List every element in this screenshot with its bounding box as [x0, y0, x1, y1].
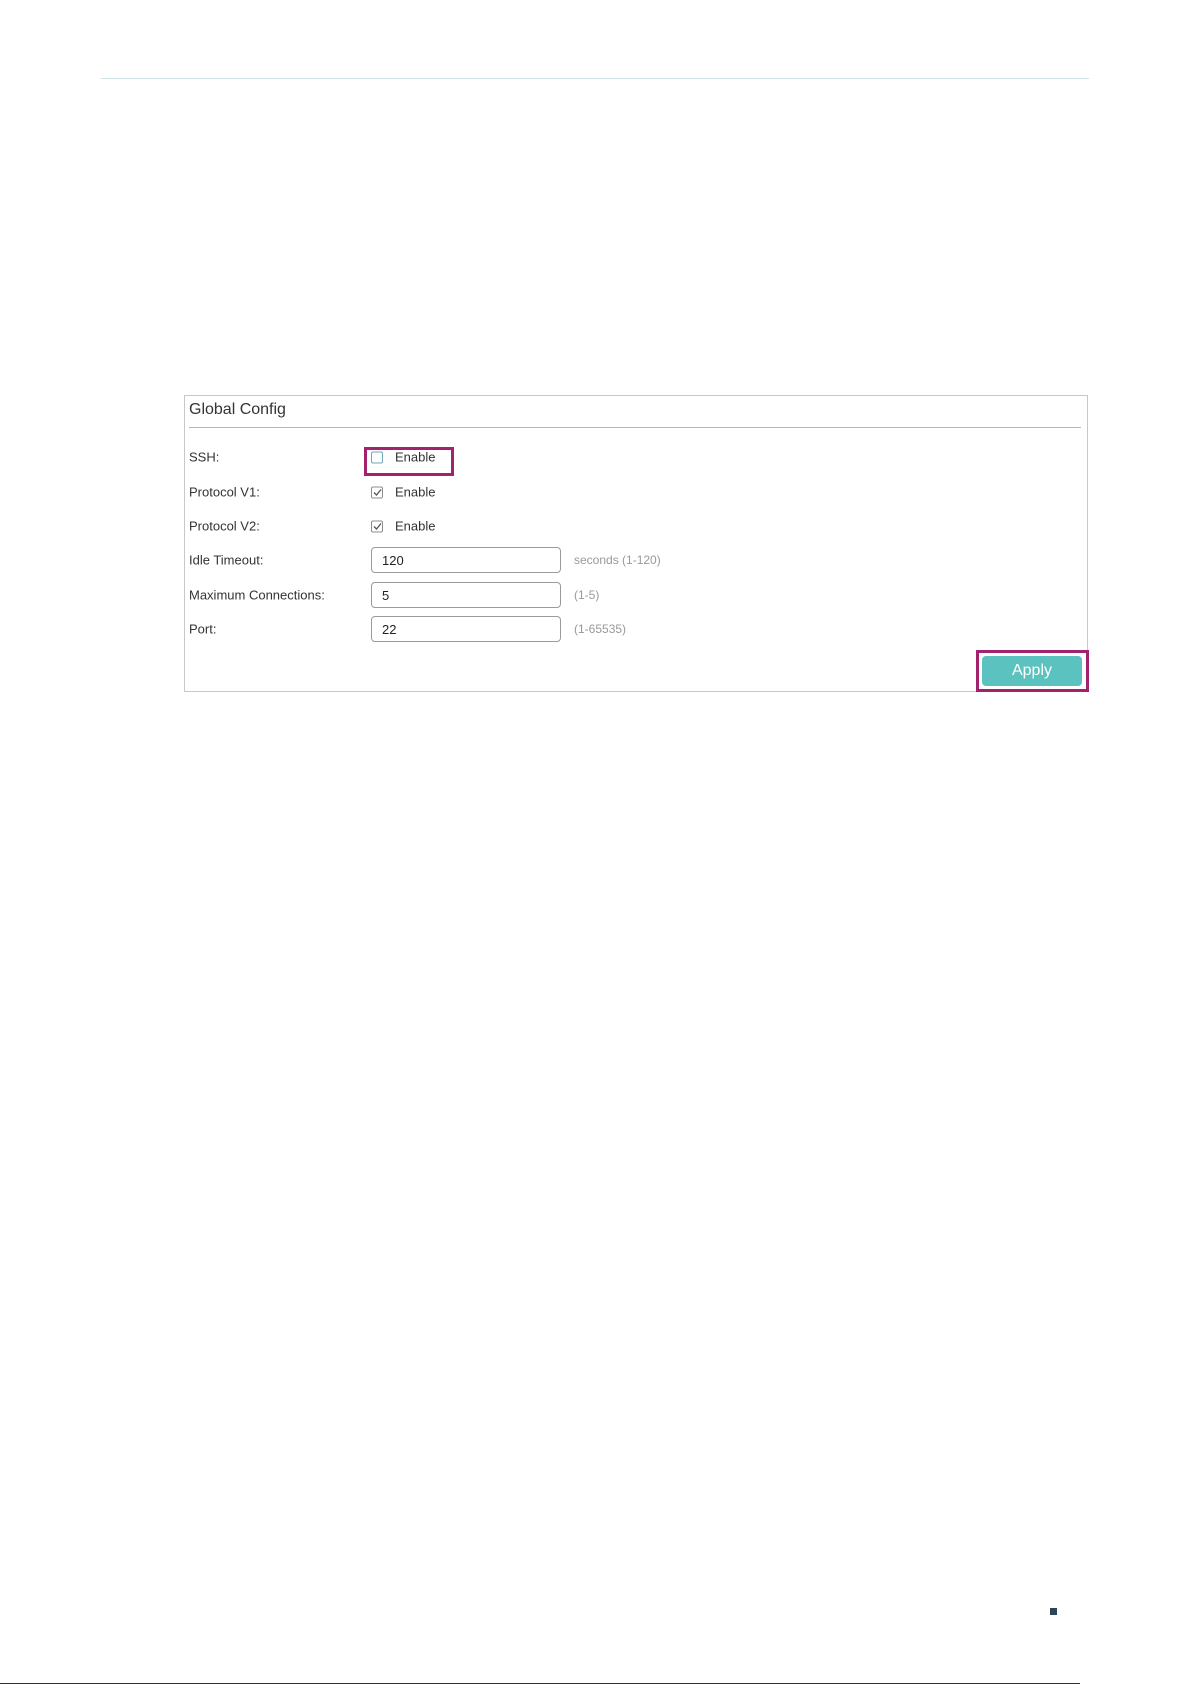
ssh-label: SSH: [189, 449, 220, 465]
protocol-v2-enable-checkbox[interactable] [371, 520, 383, 532]
global-config-panel: Global Config SSH: Enable Protocol V1: E… [184, 395, 1088, 692]
idle-timeout-row: Idle Timeout: seconds (1-120) [189, 546, 1069, 574]
max-connections-row: Maximum Connections: (1-5) [189, 581, 1069, 609]
port-input[interactable] [371, 616, 561, 642]
max-connections-input[interactable] [371, 582, 561, 608]
protocol-v1-enable-option[interactable]: Enable [371, 485, 435, 500]
protocol-v2-row: Protocol V2: Enable [189, 512, 1069, 540]
port-hint: (1-65535) [574, 622, 627, 636]
check-icon [373, 488, 382, 496]
protocol-v2-enable-option[interactable]: Enable [371, 519, 435, 534]
ssh-row: SSH: Enable [189, 443, 1069, 471]
ssh-callout-highlight [364, 447, 454, 476]
panel-title: Global Config [189, 401, 286, 418]
header-divider [101, 78, 1089, 79]
idle-timeout-hint: seconds (1-120) [574, 553, 661, 567]
idle-timeout-input[interactable] [371, 547, 561, 573]
protocol-v1-label: Protocol V1: [189, 484, 260, 500]
protocol-v1-enable-checkbox[interactable] [371, 486, 383, 498]
protocol-v1-enable-label: Enable [395, 484, 436, 500]
idle-timeout-label: Idle Timeout: [189, 552, 264, 568]
protocol-v1-row: Protocol V1: Enable [189, 478, 1069, 506]
check-icon [373, 522, 382, 530]
protocol-v2-enable-label: Enable [395, 518, 436, 534]
port-label: Port: [189, 621, 217, 637]
panel-title-divider [189, 427, 1081, 428]
footer-divider [0, 1683, 1080, 1684]
max-connections-hint: (1-5) [574, 588, 600, 602]
port-row: Port: (1-65535) [189, 615, 1069, 643]
max-connections-label: Maximum Connections: [189, 587, 325, 603]
page-marker-icon [1050, 1608, 1057, 1615]
apply-callout-highlight [976, 650, 1089, 692]
protocol-v2-label: Protocol V2: [189, 518, 260, 534]
